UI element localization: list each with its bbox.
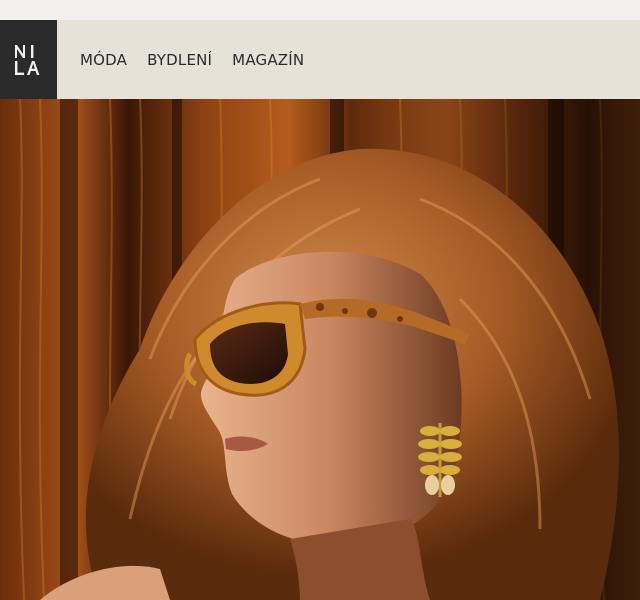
nav-item-moda[interactable]: MÓDA bbox=[80, 51, 127, 69]
nav-item-magazin[interactable]: MAGAZÍN bbox=[232, 51, 304, 69]
top-strip bbox=[0, 0, 640, 20]
main-nav: MÓDA BYDLENÍ MAGAZÍN bbox=[80, 51, 304, 69]
nav-item-bydleni[interactable]: BYDLENÍ bbox=[147, 51, 212, 69]
site-logo[interactable] bbox=[0, 20, 57, 99]
hero-photo-woman-sunglasses bbox=[0, 99, 640, 600]
logo-mark bbox=[14, 44, 39, 75]
hero-image bbox=[0, 99, 640, 600]
site-header: MÓDA BYDLENÍ MAGAZÍN bbox=[0, 20, 640, 99]
